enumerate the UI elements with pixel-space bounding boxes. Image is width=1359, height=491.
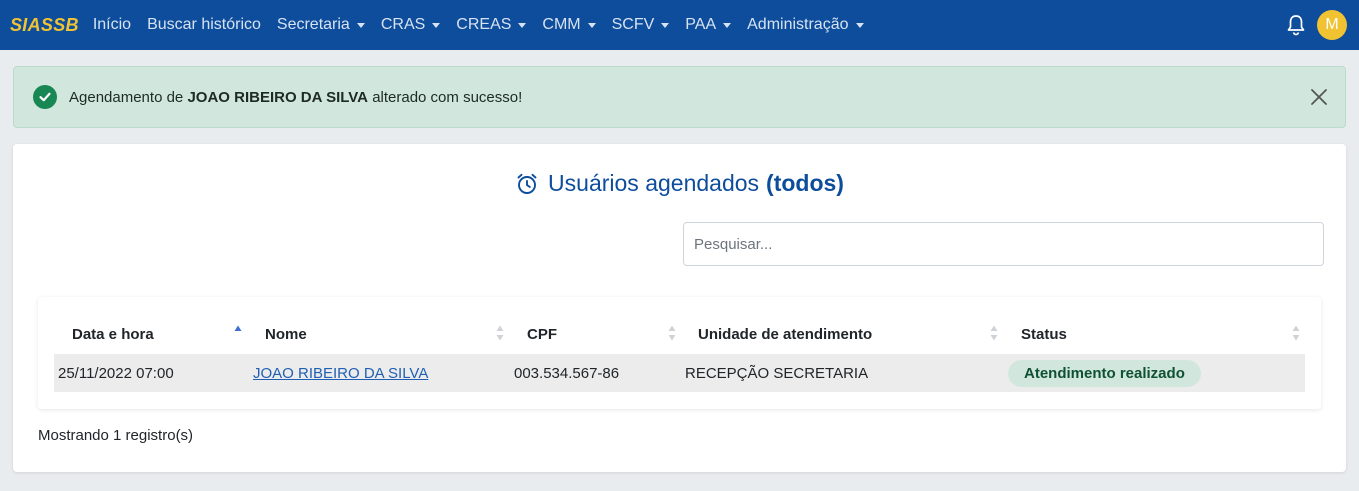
sort-icon[interactable] <box>1292 324 1300 342</box>
caret-down-icon <box>432 23 441 28</box>
nav-item-scfv[interactable]: SCFV <box>612 16 670 34</box>
caret-down-icon <box>518 23 527 28</box>
nav-item-label: Início <box>92 16 132 33</box>
nav-item-label: SCFV <box>611 16 655 33</box>
nav-item-label: CMM <box>542 16 581 33</box>
column-header-datetime[interactable]: Data e hora <box>72 314 154 354</box>
alert-prefix: Agendamento de <box>69 88 184 106</box>
records-count: Mostrando 1 registro(s) <box>38 427 194 444</box>
column-header-status[interactable]: Status <box>1021 314 1067 354</box>
sort-icon[interactable] <box>668 324 676 342</box>
alert-message: Agendamento de JOAO RIBEIRO DA SILVA alt… <box>69 89 522 106</box>
nav-item-paa[interactable]: PAA <box>685 16 732 34</box>
nav-item-label: CRAS <box>380 16 426 33</box>
header-label: Status <box>1021 325 1067 343</box>
nav-item-label: CREAS <box>456 16 512 33</box>
close-icon[interactable] <box>1308 86 1330 108</box>
cell-name: JOAO RIBEIRO DA SILVA <box>253 354 428 392</box>
top-navbar: SIASSB Início Buscar histórico Secretari… <box>0 0 1359 50</box>
nav-item-label: Administração <box>747 16 849 33</box>
cell-cpf: 003.534.567-86 <box>514 364 620 382</box>
nav-item-inicio[interactable]: Início <box>93 16 131 34</box>
header-label: Data e hora <box>72 325 154 343</box>
check-circle-icon <box>33 85 57 109</box>
caret-down-icon <box>587 23 596 28</box>
nav-item-administracao[interactable]: Administração <box>747 16 864 34</box>
cell-status: Atendimento realizado <box>1008 354 1201 392</box>
nav-item-label: Secretaria <box>276 16 350 33</box>
caret-down-icon <box>723 23 732 28</box>
alert-user-name: JOAO RIBEIRO DA SILVA <box>187 88 369 106</box>
status-badge: Atendimento realizado <box>1008 359 1201 387</box>
header-label: Nome <box>265 325 307 343</box>
user-avatar[interactable]: M <box>1317 10 1347 40</box>
notifications-bell-icon[interactable] <box>1285 14 1307 36</box>
caret-down-icon <box>661 23 670 28</box>
nav-item-creas[interactable]: CREAS <box>456 16 527 34</box>
title-text: Usuários agendados <box>548 170 760 196</box>
title-filter: (todos) <box>766 170 844 196</box>
search-input[interactable] <box>683 222 1324 266</box>
header-label: CPF <box>527 325 557 343</box>
nav-item-cras[interactable]: CRAS <box>380 16 441 34</box>
nav-right: M <box>1285 0 1347 50</box>
table-header: Data e hora Nome CPF Unidade de atendime… <box>54 314 1305 354</box>
sort-icon[interactable] <box>496 324 504 342</box>
caret-down-icon <box>855 23 864 28</box>
cell-datetime: 25/11/2022 07:00 <box>58 364 174 382</box>
caret-down-icon <box>356 23 365 28</box>
brand-logo[interactable]: SIASSB <box>10 15 79 36</box>
column-header-unidade[interactable]: Unidade de atendimento <box>698 314 872 354</box>
success-alert: Agendamento de JOAO RIBEIRO DA SILVA alt… <box>13 66 1346 128</box>
scheduled-users-card: Usuários agendados (todos) Data e hora N… <box>13 144 1346 472</box>
nav-item-buscar-historico[interactable]: Buscar histórico <box>147 16 261 34</box>
nav-item-label: Buscar histórico <box>147 16 261 33</box>
cell-unit: RECEPÇÃO SECRETARIA <box>685 364 869 382</box>
nav-item-label: PAA <box>685 16 717 33</box>
nav-item-cmm[interactable]: CMM <box>542 16 596 34</box>
appointments-table: Data e hora Nome CPF Unidade de atendime… <box>38 297 1321 409</box>
page-title: Usuários agendados (todos) <box>13 170 1346 197</box>
column-header-cpf[interactable]: CPF <box>527 314 557 354</box>
header-label: Unidade de atendimento <box>698 325 873 343</box>
table-row: 25/11/2022 07:00 JOAO RIBEIRO DA SILVA 0… <box>54 354 1305 392</box>
nav-item-secretaria[interactable]: Secretaria <box>277 16 365 34</box>
sort-asc-icon[interactable] <box>234 324 242 342</box>
sort-icon[interactable] <box>990 324 998 342</box>
alarm-clock-icon <box>515 172 539 196</box>
alert-suffix: alterado com sucesso! <box>372 88 523 106</box>
user-name-link[interactable]: JOAO RIBEIRO DA SILVA <box>253 365 428 382</box>
column-header-nome[interactable]: Nome <box>265 314 307 354</box>
